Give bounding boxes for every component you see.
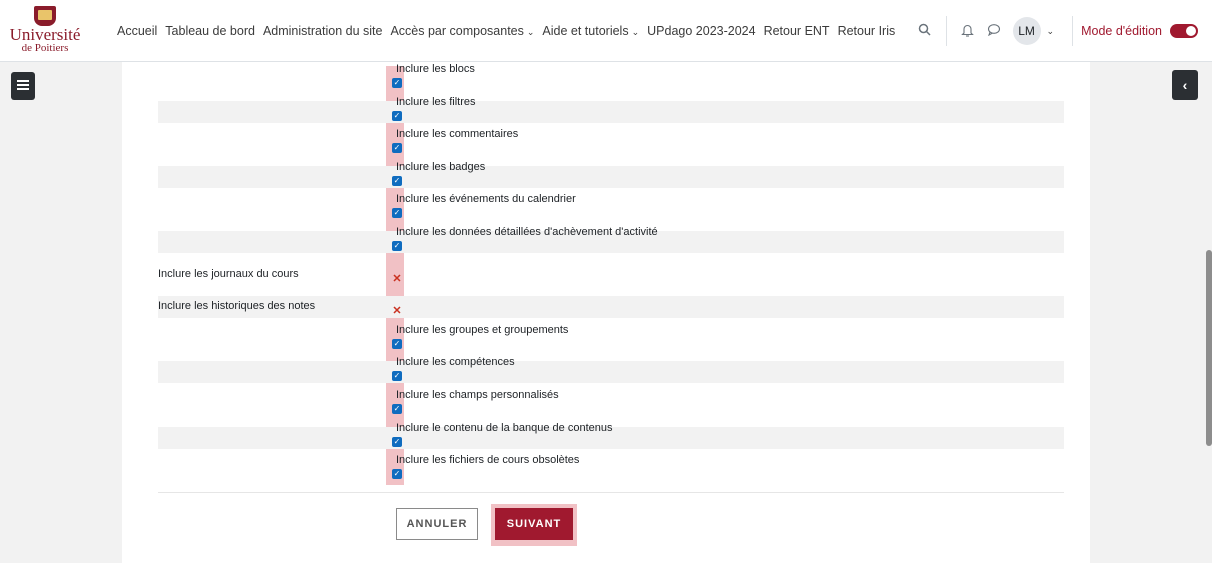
checkbox-checked[interactable]: ✓ [392, 241, 402, 251]
setting-option-label[interactable]: Inclure les compétences [396, 356, 515, 368]
chevron-down-icon[interactable]: ⌄ [1047, 26, 1055, 37]
nav-item-label: UPdago 2023-2024 [647, 24, 756, 38]
nav-item-label: Aide et tutoriels [542, 24, 629, 38]
nav-item[interactable]: Accès par composantes ⌄ [390, 24, 534, 38]
divider [1072, 16, 1074, 46]
settings-row: Inclure les badges [158, 161, 1064, 188]
settings-row: Inclure le contenu de la banque de conte… [158, 422, 1064, 449]
nav-item-label: Tableau de bord [165, 24, 255, 38]
settings-row: Inclure les données détaillées d'achèvem… [158, 226, 1064, 253]
setting-option-label[interactable]: Inclure les événements du calendrier [396, 193, 576, 205]
next-button[interactable]: SUIVANT [495, 508, 573, 540]
nav-item[interactable]: UPdago 2023-2024 [647, 24, 755, 38]
left-drawer-area [0, 62, 122, 563]
setting-option-label[interactable]: Inclure les filtres [396, 96, 475, 108]
university-logo[interactable]: Université de Poitiers [6, 6, 84, 54]
cancel-button[interactable]: ANNULER [396, 508, 478, 540]
nav-item-label: Administration du site [262, 24, 383, 38]
nav-item-label: Retour ENT [763, 24, 830, 38]
settings-row: Inclure les historiques des notes [158, 296, 1064, 319]
toggle-switch[interactable] [1170, 24, 1198, 38]
primary-navigation: Accueil Tableau de bord Administration du … [117, 0, 903, 62]
logo-text-line2: de Poitiers [21, 42, 69, 54]
nav-item-label: Accès par composantes [390, 24, 524, 38]
checkbox-checked[interactable]: ✓ [392, 143, 402, 154]
list-icon [17, 79, 29, 93]
nav-item-label: Retour Iris [837, 24, 896, 38]
excluded-x-icon: ✕ [392, 272, 402, 285]
settings-row: Inclure les groupes et groupements [158, 324, 1064, 351]
nav-item[interactable]: Accueil [117, 24, 157, 38]
user-tools: LM ⌄ Mode d'édition [912, 0, 1212, 62]
nav-item-label: Accueil [117, 24, 158, 38]
setting-label: Inclure les historiques des notes [158, 300, 316, 313]
setting-option-label[interactable]: Inclure les groupes et groupements [396, 324, 568, 336]
right-drawer-area [1090, 62, 1212, 563]
backup-settings-form: ANNULER SUIVANT Inclure les blocs ✓ Inclur… [122, 62, 1090, 563]
nav-item[interactable]: Retour Iris [838, 24, 896, 38]
divider [945, 16, 947, 46]
nav-item[interactable]: Retour ENT [764, 24, 830, 38]
next-button-focus-ring: SUIVANT [491, 504, 577, 546]
scrollbar[interactable] [1206, 250, 1212, 446]
chevron-down-icon: ⌄ [631, 27, 640, 37]
setting-option-label[interactable]: Inclure les commentaires [396, 128, 518, 140]
setting-option-label[interactable]: Inclure les fichiers de cours obsolètes [396, 454, 579, 466]
settings-row: Inclure les fichiers de cours obsolètes [158, 454, 1064, 481]
setting-option-label[interactable]: Inclure les badges [396, 161, 485, 173]
top-navbar: Université de Poitiers Accueil Tableau de… [0, 0, 1212, 62]
setting-label: Inclure les journaux du cours [158, 267, 299, 280]
search-icon[interactable] [912, 23, 938, 39]
checkbox-checked[interactable]: ✓ [392, 78, 402, 88]
checkbox-checked[interactable]: ✓ [392, 469, 402, 480]
block-drawer-toggle-button[interactable]: ‹ [1172, 70, 1198, 100]
crest-icon [34, 6, 56, 26]
checkbox-checked[interactable]: ✓ [392, 208, 402, 219]
settings-row: Inclure les journaux du cours [158, 264, 1064, 286]
settings-row: Inclure les champs personnalisés [158, 389, 1064, 416]
course-index-toggle-button[interactable] [11, 72, 35, 100]
edit-mode-label: Mode d'édition [1081, 24, 1162, 38]
chat-icon[interactable] [981, 23, 1007, 39]
checkbox-checked[interactable]: ✓ [392, 175, 402, 186]
setting-option-label[interactable]: Inclure les données détaillées d'achèvem… [396, 226, 658, 238]
settings-row: Inclure les blocs [158, 63, 1064, 90]
settings-row: Inclure les compétences [158, 356, 1064, 384]
checkbox-checked[interactable]: ✓ [392, 110, 402, 121]
checkbox-checked[interactable]: ✓ [392, 404, 402, 414]
nav-item[interactable]: Tableau de bord [165, 24, 255, 38]
chevron-down-icon: ⌄ [526, 27, 535, 37]
chevron-left-icon: ‹ [1182, 77, 1188, 93]
setting-option-label[interactable]: Inclure les blocs [396, 63, 475, 75]
edit-mode-switch[interactable]: Mode d'édition [1081, 24, 1198, 38]
nav-item[interactable]: Aide et tutoriels ⌄ [542, 24, 639, 38]
checkbox-checked[interactable]: ✓ [392, 338, 402, 349]
settings-row: Inclure les filtres [158, 96, 1064, 123]
form-divider [158, 492, 1064, 493]
settings-row: Inclure les commentaires [158, 128, 1064, 155]
nav-item[interactable]: Administration du site [263, 24, 383, 38]
checkbox-checked[interactable]: ✓ [392, 371, 402, 382]
setting-option-label[interactable]: Inclure les champs personnalisés [396, 389, 559, 401]
avatar[interactable]: LM [1012, 17, 1041, 45]
bell-icon[interactable] [955, 23, 981, 40]
checkbox-checked[interactable]: ✓ [392, 436, 402, 447]
setting-option-label[interactable]: Inclure le contenu de la banque de conte… [396, 422, 613, 434]
excluded-x-icon: ✕ [392, 305, 402, 318]
settings-row: Inclure les événements du calendrier [158, 193, 1064, 220]
